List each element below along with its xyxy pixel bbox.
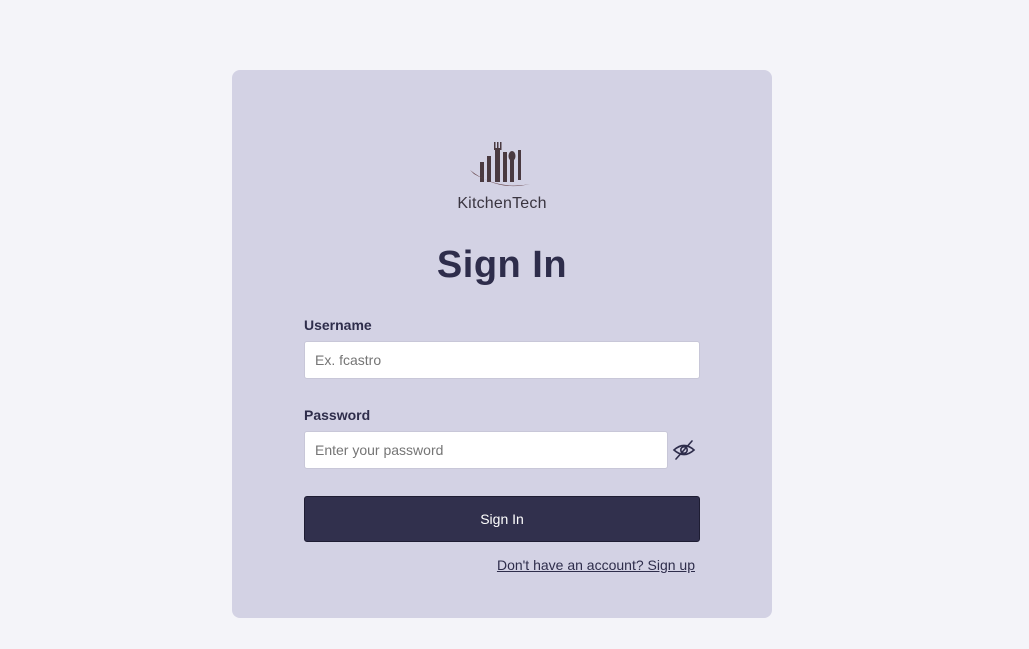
page-title: Sign In: [436, 244, 568, 286]
username-label: Username: [304, 317, 372, 333]
sign-in-button[interactable]: Sign In: [304, 496, 700, 542]
password-label: Password: [304, 407, 371, 423]
kitchen-utensils-logo-icon: [470, 142, 530, 187]
brand-logo: KitchenTech: [452, 140, 552, 215]
password-input[interactable]: [304, 431, 668, 469]
eye-off-icon[interactable]: [672, 438, 696, 462]
sign-in-card: KitchenTech Sign In Username Password Si…: [232, 70, 772, 618]
sign-up-link[interactable]: Don't have an account? Sign up: [497, 557, 695, 573]
username-input[interactable]: [304, 341, 700, 379]
brand-name: KitchenTech: [457, 195, 547, 212]
